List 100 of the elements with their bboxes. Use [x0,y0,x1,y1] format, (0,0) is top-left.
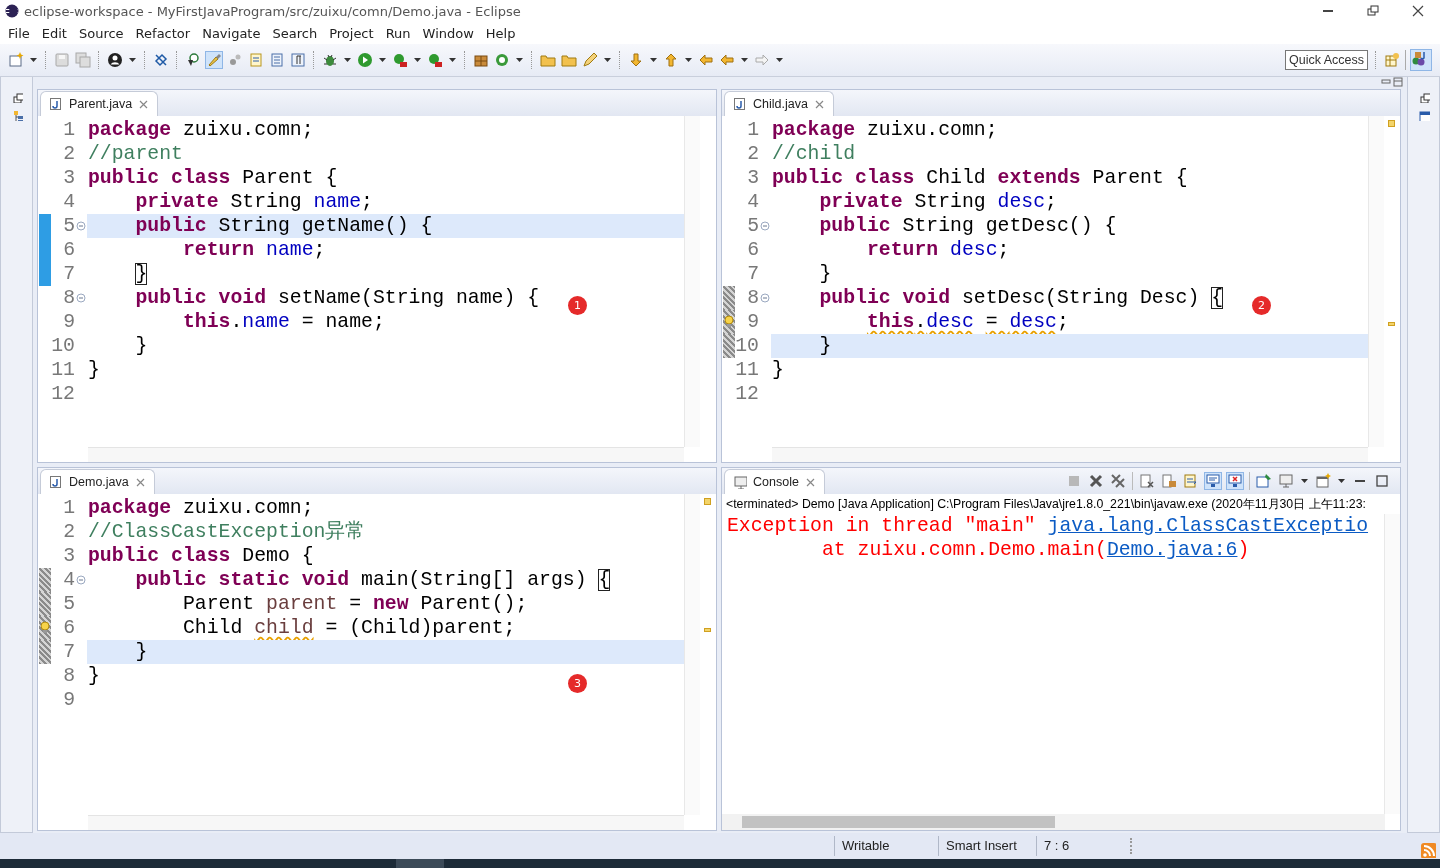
code-line: package zuixu.comn; [87,118,314,142]
line-number: 11 [51,358,75,382]
vertical-scrollbar[interactable] [684,494,700,815]
perspective-icon[interactable] [1384,52,1400,68]
rss-icon[interactable] [1421,842,1436,858]
menu-item[interactable]: Source [72,25,130,41]
menu-item[interactable]: Project [323,25,380,41]
run-tool-icon[interactable] [427,52,443,68]
window-icon[interactable] [1417,109,1430,121]
scrollbar-thumb[interactable] [742,816,1055,828]
code-line: public String getName() { [134,214,433,238]
restore-icon[interactable] [10,91,23,103]
new-file-icon[interactable] [8,52,24,68]
vertical-scrollbar[interactable] [684,116,700,447]
line-number: 7 [62,640,75,664]
editor-tab[interactable]: Parent.java [40,91,159,116]
console-tab[interactable]: Console [724,469,825,494]
word-wrap-icon[interactable] [1183,473,1199,489]
horizontal-scrollbar[interactable] [722,814,1385,830]
vertical-scrollbar[interactable] [1368,116,1384,447]
close-all-icon[interactable] [1110,473,1126,489]
close-icon[interactable] [1088,473,1104,489]
save-all-icon[interactable] [75,52,91,68]
status-field: 7 : 6 [1036,836,1130,856]
play-icon[interactable] [357,52,373,68]
arrow-left-icon[interactable] [698,52,714,68]
code-line: } [771,358,784,382]
link[interactable]: Demo.java:6 [1106,539,1238,561]
menu-item[interactable]: Help [479,25,522,41]
menu-item[interactable]: Edit [35,25,73,41]
line-number: 12 [51,382,75,406]
line-number: 12 [735,382,759,406]
pin-console-icon[interactable] [1256,473,1272,489]
warning-marker[interactable] [704,628,711,632]
lightbulb-icon[interactable] [723,315,735,329]
line-number: 4 [746,190,759,214]
package-icon[interactable] [473,52,489,68]
monitor-icon[interactable] [1278,473,1294,489]
list-icon[interactable] [269,52,285,68]
document-icon[interactable] [248,52,264,68]
menu-item[interactable]: Window [416,25,480,41]
clear-icon[interactable] [1139,473,1155,489]
arrow-up-icon[interactable] [663,52,679,68]
line-number: 3 [62,166,75,190]
line-number: 10 [735,334,759,358]
menu-item[interactable]: Run [379,25,417,41]
lock-icon[interactable] [1161,473,1177,489]
java-perspective-icon[interactable] [1411,50,1431,70]
vertical-scrollbar[interactable] [1384,514,1400,814]
code-line: public void setDesc(String Desc) { [818,286,1224,310]
fold-icon[interactable] [760,293,770,303]
code-line: //ClassCastException异常 [87,520,366,544]
maximize-icon[interactable] [1374,473,1390,489]
refresh-icon[interactable] [494,52,510,68]
warning-summary-marker[interactable] [1388,120,1395,127]
menu-item[interactable]: Navigate [196,25,267,41]
restore-icon[interactable] [1365,3,1381,19]
arrow-left-icon[interactable] [719,52,735,68]
folder-icon[interactable] [561,52,577,68]
number-badge: 3 [568,674,587,693]
fold-icon[interactable] [76,575,86,585]
close-icon[interactable] [1410,3,1426,19]
arrow-right-icon[interactable] [754,52,770,68]
arrow-down-icon[interactable] [628,52,644,68]
paragraph-icon[interactable] [290,52,306,68]
console-out-icon[interactable] [1205,473,1221,489]
horizontal-scrollbar[interactable] [772,447,1368,462]
code-line: } [87,358,100,382]
link[interactable]: java.lang.ClassCastExceptio [1047,515,1369,537]
lightbulb-icon[interactable] [39,621,51,635]
code-line: Parent parent = new Parent(); [181,592,528,616]
editor-tab[interactable]: Demo.java [40,469,155,494]
horizontal-scrollbar[interactable] [88,815,684,830]
tab-label: Demo.java [69,475,129,489]
warning-summary-marker[interactable] [704,498,711,505]
menu-item[interactable]: Search [266,25,324,41]
maximize-icon[interactable] [1393,77,1403,87]
horizontal-scrollbar[interactable] [88,447,684,462]
folder-icon[interactable] [540,52,556,68]
code-line: public static void main(String[] args) { [134,568,611,592]
line-number: 2 [746,142,759,166]
new-window-icon[interactable] [1315,473,1331,489]
pencil-icon[interactable] [582,52,598,68]
fold-icon[interactable] [76,293,86,303]
code-line: return name; [181,238,326,262]
menu-item[interactable]: Refactor [129,25,197,41]
restore-icon[interactable] [1417,91,1430,103]
run-tool-icon[interactable] [392,52,408,68]
bug-icon[interactable] [322,52,338,68]
editor-tab[interactable]: Child.java [724,91,834,116]
quick-access-field[interactable]: Quick Access [1284,50,1368,70]
warning-marker[interactable] [1388,322,1395,326]
console-err-icon[interactable] [1227,473,1243,489]
code-line: private String name; [134,190,373,214]
menu-item[interactable]: File [2,25,36,41]
code-line: return desc; [865,238,1010,262]
fold-icon[interactable] [760,221,770,231]
brush-icon[interactable] [206,52,222,68]
fold-icon[interactable] [76,221,86,231]
person-icon[interactable] [107,52,123,68]
